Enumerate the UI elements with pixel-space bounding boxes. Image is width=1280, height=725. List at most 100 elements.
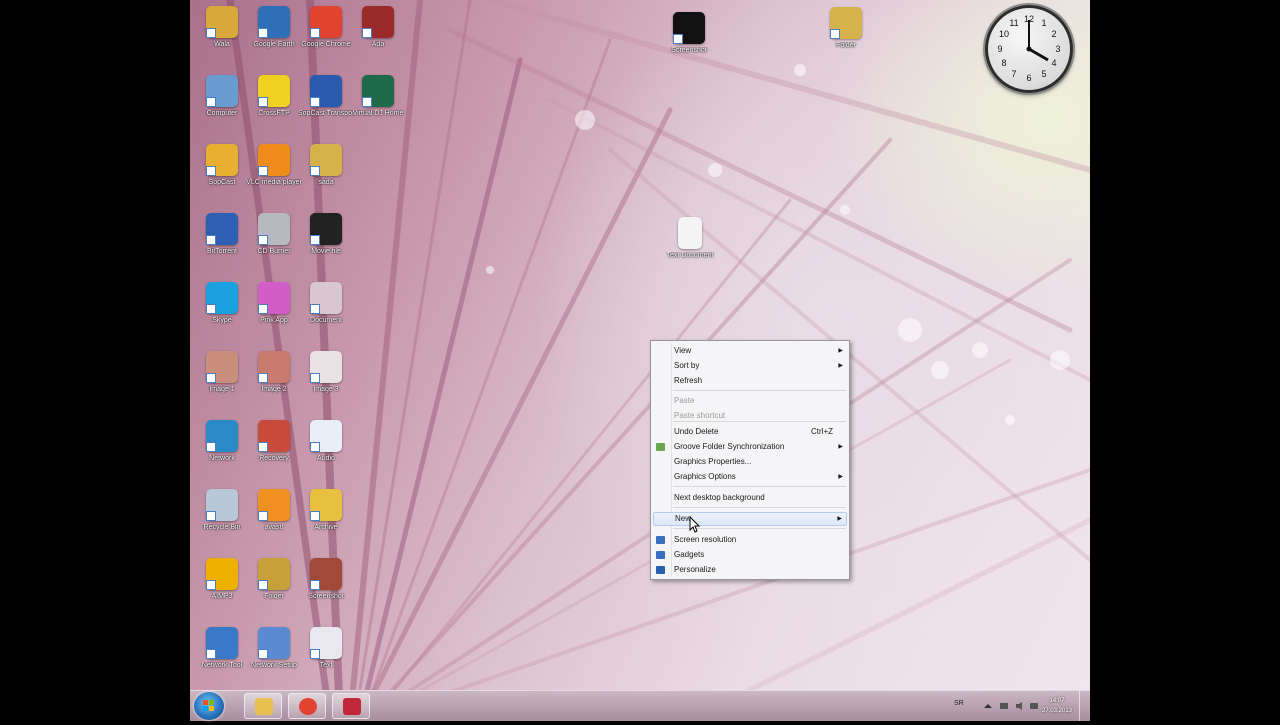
desktop-icon-label: Image 1 xyxy=(209,386,235,393)
app-icon xyxy=(258,6,290,38)
menu-item-icon xyxy=(656,551,665,559)
desktop-icon-label: Recovery xyxy=(259,455,289,462)
taskbar-time: 14:07 xyxy=(1049,698,1065,704)
desktop-icon[interactable]: Ada xyxy=(350,4,406,70)
desktop-icon[interactable]: VLC media player xyxy=(246,142,302,208)
desktop-icon-label: Recycle Bin xyxy=(203,524,241,531)
desktop-icon[interactable]: BitTorrent xyxy=(194,211,250,277)
desktop-icon[interactable]: Image 1 xyxy=(194,349,250,415)
desktop-icon[interactable]: SopCast Transport xyxy=(298,73,354,139)
desktop-icon[interactable]: Recycle Bin xyxy=(194,487,250,553)
desktop-icon-label: Document xyxy=(310,317,342,324)
desktop-icon[interactable]: Image 2 xyxy=(246,349,302,415)
desktop-icon[interactable]: Document xyxy=(298,280,354,346)
app-icon xyxy=(258,282,290,314)
menu-item-label: View xyxy=(674,346,692,355)
desktop-icon-label: Computer xyxy=(206,110,238,117)
desktop-icon[interactable]: Recovery xyxy=(246,418,302,484)
desktop-icon[interactable]: Computer xyxy=(194,73,250,139)
desktop-icon[interactable]: Virtual DJ Home xyxy=(350,73,406,139)
desktop-icon[interactable]: Network xyxy=(194,418,250,484)
taskbar-date: 27.03.2013 xyxy=(1041,708,1072,714)
app-icon xyxy=(310,6,342,38)
menu-item-label: Graphics Properties... xyxy=(674,457,752,466)
desktop-icon-label: Ada xyxy=(371,41,385,48)
desktop-icon[interactable]: SopCast xyxy=(194,142,250,208)
desktop-icon[interactable]: CrossFTP xyxy=(246,73,302,139)
menu-item-next-desktop-background[interactable]: Next desktop background xyxy=(653,491,847,505)
menu-item-graphics-options[interactable]: Graphics Options ▶ xyxy=(653,470,847,484)
language-indicator[interactable]: SR xyxy=(954,700,964,707)
taskbar-app-google-chrome[interactable] xyxy=(288,693,326,719)
desktop-icon[interactable]: Wala xyxy=(194,4,250,70)
desktop[interactable]: Wala Google Earth Google Chrome Ada Computer… xyxy=(190,0,1090,720)
menu-separator xyxy=(673,390,846,391)
svg-text:2: 2 xyxy=(1051,29,1056,39)
menu-item-groove-folder-synchronization[interactable]: Groove Folder Synchronization ▶ xyxy=(653,440,847,454)
menu-item-label: Groove Folder Synchronization xyxy=(674,442,785,451)
taskbar-clock[interactable]: 14:07 27.03.2013 xyxy=(1042,696,1072,716)
app-icon xyxy=(206,351,238,383)
menu-item-paste-shortcut[interactable]: Paste shortcut xyxy=(653,409,847,423)
folder-icon xyxy=(830,7,862,39)
menu-item-sort-by[interactable]: Sort by ▶ xyxy=(653,359,847,373)
desktop-icon-text-document[interactable]: Text Document xyxy=(662,215,718,281)
show-desktop-button[interactable] xyxy=(1079,691,1090,721)
desktop-icon[interactable]: Text xyxy=(298,625,354,691)
desktop-icon-label: Network Setup xyxy=(251,662,297,669)
desktop-icon-label: Google Earth xyxy=(253,41,295,48)
svg-text:4: 4 xyxy=(1051,58,1056,68)
desktop-icon[interactable]: Google Earth xyxy=(246,4,302,70)
desktop-icon[interactable]: Movie file xyxy=(298,211,354,277)
desktop-icon[interactable]: Screenshot xyxy=(298,556,354,622)
desktop-icon[interactable]: Google Chrome xyxy=(298,4,354,70)
desktop-icon-folder-top[interactable]: Folder xyxy=(818,5,874,71)
menu-item-undo-delete[interactable]: Undo Delete Ctrl+Z xyxy=(653,425,847,439)
menu-item-view[interactable]: View ▶ xyxy=(653,344,847,358)
desktop-icon[interactable]: CD Burner xyxy=(246,211,302,277)
menu-item-refresh[interactable]: Refresh xyxy=(653,374,847,388)
desktop-icon-label: Text xyxy=(319,662,333,669)
app-icon xyxy=(362,6,394,38)
clock-gadget[interactable]: 12 1 2 345 678 9 10 11 xyxy=(985,5,1073,93)
app-icon xyxy=(206,420,238,452)
desktop-icon[interactable]: Folder xyxy=(246,556,302,622)
menu-separator xyxy=(673,486,846,487)
svg-text:5: 5 xyxy=(1041,69,1046,79)
desktop-icon-label: Folder xyxy=(264,593,284,600)
desktop-icon[interactable]: Pink App xyxy=(246,280,302,346)
desktop-icon[interactable]: avast! xyxy=(246,487,302,553)
app-icon xyxy=(258,420,290,452)
app-icon xyxy=(258,627,290,659)
desktop-icon[interactable]: sada xyxy=(298,142,354,208)
app-icon xyxy=(258,213,290,245)
menu-item-gadgets[interactable]: Gadgets xyxy=(653,548,847,562)
taskbar-app-screen-recorder[interactable] xyxy=(332,693,370,719)
desktop-context-menu[interactable]: View ▶ Sort by ▶ Refresh Paste Paste shortcut U… xyxy=(650,340,850,580)
desktop-icon[interactable]: Network Setup xyxy=(246,625,302,691)
app-icon xyxy=(310,489,342,521)
text-document-icon xyxy=(678,217,702,249)
app-icon xyxy=(255,698,273,715)
desktop-icon[interactable]: Archive xyxy=(298,487,354,553)
taskbar-app-windows-explorer[interactable] xyxy=(244,693,282,719)
desktop-icon-screenshot-file[interactable]: Screenshot xyxy=(661,10,717,76)
desktop-icon[interactable]: Network Tool xyxy=(194,625,250,691)
menu-item-icon xyxy=(656,443,665,451)
app-icon xyxy=(206,213,238,245)
menu-item-personalize[interactable]: Personalize xyxy=(653,563,847,577)
desktop-icon[interactable]: Audio xyxy=(298,418,354,484)
svg-text:6: 6 xyxy=(1026,73,1031,83)
desktop-icon-label: Pink App xyxy=(260,317,288,324)
menu-item-icon xyxy=(656,566,665,574)
start-button[interactable] xyxy=(194,692,224,720)
menu-item-new[interactable]: New ▶ xyxy=(653,512,847,526)
menu-item-paste[interactable]: Paste xyxy=(653,394,847,408)
desktop-icon[interactable]: AIMP3 xyxy=(194,556,250,622)
tray-icons[interactable] xyxy=(982,701,1042,711)
app-icon xyxy=(310,351,342,383)
menu-item-graphics-properties[interactable]: Graphics Properties... xyxy=(653,455,847,469)
desktop-icon[interactable]: Image 3 xyxy=(298,349,354,415)
menu-item-screen-resolution[interactable]: Screen resolution xyxy=(653,533,847,547)
desktop-icon[interactable]: Skype xyxy=(194,280,250,346)
